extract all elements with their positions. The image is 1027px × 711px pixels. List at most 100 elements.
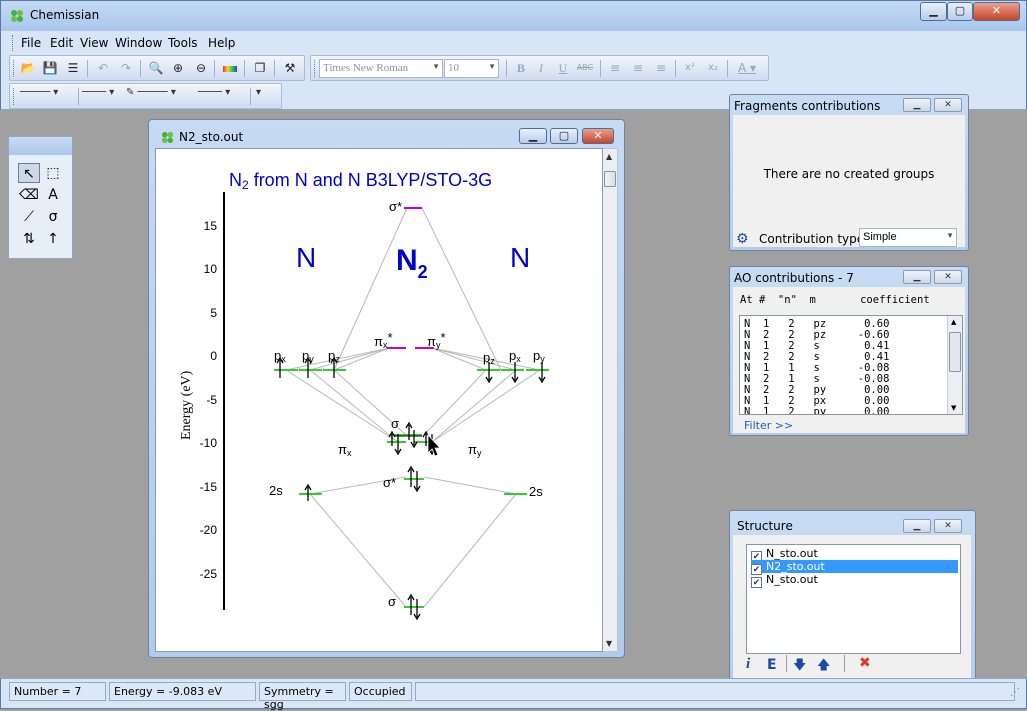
- superscript-icon[interactable]: x²: [680, 59, 700, 77]
- panel-minimize-button[interactable]: ▁: [903, 270, 931, 284]
- structure-item[interactable]: ✔ N_sto.out: [751, 573, 958, 588]
- separator: [87, 60, 88, 77]
- status-energy: Energy = -9.083 eV: [109, 682, 256, 701]
- move-up-icon[interactable]: 🡅: [817, 656, 830, 678]
- subscript-icon[interactable]: x₂: [703, 59, 723, 77]
- menu-file[interactable]: File: [21, 36, 41, 50]
- zoom-fit-icon[interactable]: 🔍: [146, 59, 166, 77]
- orbital-label: px: [274, 348, 286, 364]
- italic-button[interactable]: I: [531, 59, 551, 77]
- levels-icon[interactable]: ☰: [63, 59, 83, 77]
- scroll-down-icon[interactable]: ▼: [606, 639, 612, 648]
- line-style-dropdown[interactable]: ───── ▾: [20, 87, 76, 105]
- line-width-dropdown[interactable]: ──── ▾: [82, 87, 126, 105]
- scroll-thumb[interactable]: [604, 171, 616, 187]
- ao-panel: AO contributions - 7 ▁ ✕ At # "n" m coeff…: [729, 266, 969, 436]
- doc-minimize-button[interactable]: ▁: [519, 128, 547, 144]
- menu-grip[interactable]: [12, 35, 15, 51]
- contribution-type-select[interactable]: Simple ▼: [859, 228, 957, 247]
- move-down-icon[interactable]: 🡇: [793, 656, 806, 678]
- panel-minimize-button[interactable]: ▁: [903, 98, 931, 112]
- align-center-icon[interactable]: ≡: [628, 59, 648, 77]
- resize-grip-icon[interactable]: ⋰: [1010, 687, 1020, 698]
- checkbox[interactable]: ✔: [751, 577, 762, 588]
- drawing-palette: ↖ ⬚ ⌫ A ⟋ σ ⇅ ↑: [8, 136, 73, 259]
- palette-titlebar[interactable]: [9, 137, 72, 155]
- ao-table-header: At # "n" m coefficient: [740, 294, 930, 306]
- fragments-panel: Fragments contributions ▁ ✕ There are no …: [729, 94, 969, 251]
- orbital-label: πx: [338, 442, 352, 458]
- structure-list[interactable]: ✔ N_sto.out ✔ N2_sto.out ✔ N_sto.out: [746, 544, 961, 654]
- text-tool-icon[interactable]: A: [42, 185, 64, 205]
- close-button[interactable]: ✕: [973, 2, 1020, 21]
- scroll-up-icon[interactable]: ▲: [606, 152, 612, 161]
- info-button[interactable]: i: [746, 656, 750, 673]
- menu-window[interactable]: Window: [115, 36, 162, 50]
- scroll-up-icon[interactable]: ▲: [951, 318, 956, 326]
- title-bar: Chemissian ▁ ▢ ✕: [0, 0, 1027, 31]
- font-size-combo[interactable]: 10 ▼: [444, 59, 499, 78]
- redo-icon[interactable]: ↷: [116, 59, 136, 77]
- separator: [786, 655, 787, 672]
- save-icon[interactable]: 💾: [40, 59, 60, 77]
- doc-close-button[interactable]: ✕: [582, 128, 614, 144]
- y-tick: -20: [200, 523, 218, 537]
- spin-up-icon[interactable]: ↑: [42, 229, 64, 249]
- energy-button[interactable]: E: [767, 657, 777, 673]
- panel-buttons: ▁ ✕: [900, 517, 962, 533]
- color-bar-icon[interactable]: [220, 59, 240, 77]
- menu-view[interactable]: View: [80, 36, 108, 50]
- zoom-in-icon[interactable]: ⊕: [168, 59, 188, 77]
- zoom-out-icon[interactable]: ⊖: [191, 59, 211, 77]
- undo-icon[interactable]: ↶: [93, 59, 113, 77]
- scroll-thumb[interactable]: [949, 332, 961, 372]
- standard-toolbar: 📂 💾 ☰ ↶ ↷ 🔍 ⊕ ⊖ ❐ ⚒: [9, 55, 305, 81]
- font-color-icon[interactable]: A ▾: [732, 59, 762, 77]
- panel-close-button[interactable]: ✕: [934, 98, 962, 112]
- doc-maximize-button[interactable]: ▢: [550, 128, 578, 144]
- mo-diagram-canvas[interactable]: N2 from N and N B3LYP/STO-3G N N2 N Ener…: [155, 148, 603, 652]
- open-icon[interactable]: 📂: [18, 59, 38, 77]
- structure-panel-title: Structure: [737, 519, 793, 533]
- font-combo[interactable]: Times New Roman ▼: [319, 59, 443, 78]
- delete-icon[interactable]: ✖: [859, 655, 871, 671]
- select-arrow-icon[interactable]: ↖: [18, 163, 40, 183]
- orbital-label: py: [533, 348, 545, 364]
- ao-row[interactable]: N 1 2 py 0.00: [744, 407, 889, 415]
- ao-rows: N 1 2 pz 0.60 N 2 2 pz -0.60 N 1 2 s 0.4…: [744, 319, 889, 415]
- bold-button[interactable]: B: [511, 59, 531, 77]
- more-dropdown[interactable]: ▾: [256, 87, 278, 105]
- connector-icon[interactable]: ⟋: [18, 207, 40, 227]
- minimize-button[interactable]: ▁: [920, 2, 947, 21]
- underline-button[interactable]: U: [553, 59, 573, 77]
- tools-icon[interactable]: ⚒: [280, 59, 300, 77]
- scroll-down-icon[interactable]: ▼: [951, 404, 956, 412]
- align-right-icon[interactable]: ≡: [651, 59, 671, 77]
- panel-close-button[interactable]: ✕: [934, 519, 962, 533]
- sigma-label-icon[interactable]: σ: [42, 207, 64, 227]
- align-left-icon[interactable]: ≡: [605, 59, 625, 77]
- document-scrollbar[interactable]: ▲ ▼: [603, 148, 618, 652]
- menu-tools[interactable]: Tools: [168, 36, 198, 50]
- spin-pair-icon[interactable]: ⇅: [18, 229, 40, 249]
- menu-edit[interactable]: Edit: [50, 36, 73, 50]
- filter-link[interactable]: Filter >>: [744, 419, 793, 432]
- panel-minimize-button[interactable]: ▁: [903, 519, 931, 533]
- arrow-style-dropdown[interactable]: ──── ▾: [198, 87, 248, 105]
- menu-help[interactable]: Help: [208, 36, 235, 50]
- select-rect-icon[interactable]: ⬚: [42, 163, 64, 183]
- copy-icon[interactable]: ❐: [250, 59, 270, 77]
- format-toolbar: Times New Roman ▼ 10 ▼ B I U ABC ≡ ≡ ≡ x² …: [310, 55, 769, 81]
- maximize-button[interactable]: ▢: [947, 2, 973, 21]
- ao-scrollbar[interactable]: ▲ ▼: [947, 316, 962, 414]
- strikethrough-button[interactable]: ABC: [575, 59, 595, 77]
- structure-item-selected[interactable]: ✔ N2_sto.out: [751, 560, 958, 575]
- separator: [244, 60, 245, 77]
- eraser-icon[interactable]: ⌫: [18, 185, 40, 205]
- groups-icon[interactable]: ⚙: [736, 231, 749, 247]
- pen-style-dropdown[interactable]: ✎ ───── ▾: [126, 87, 198, 105]
- panel-close-button[interactable]: ✕: [934, 270, 962, 284]
- ao-list[interactable]: N 1 2 pz 0.60 N 2 2 pz -0.60 N 1 2 s 0.4…: [739, 315, 963, 415]
- molecule-label: N2: [396, 244, 428, 282]
- structure-item[interactable]: ✔ N_sto.out: [751, 547, 958, 562]
